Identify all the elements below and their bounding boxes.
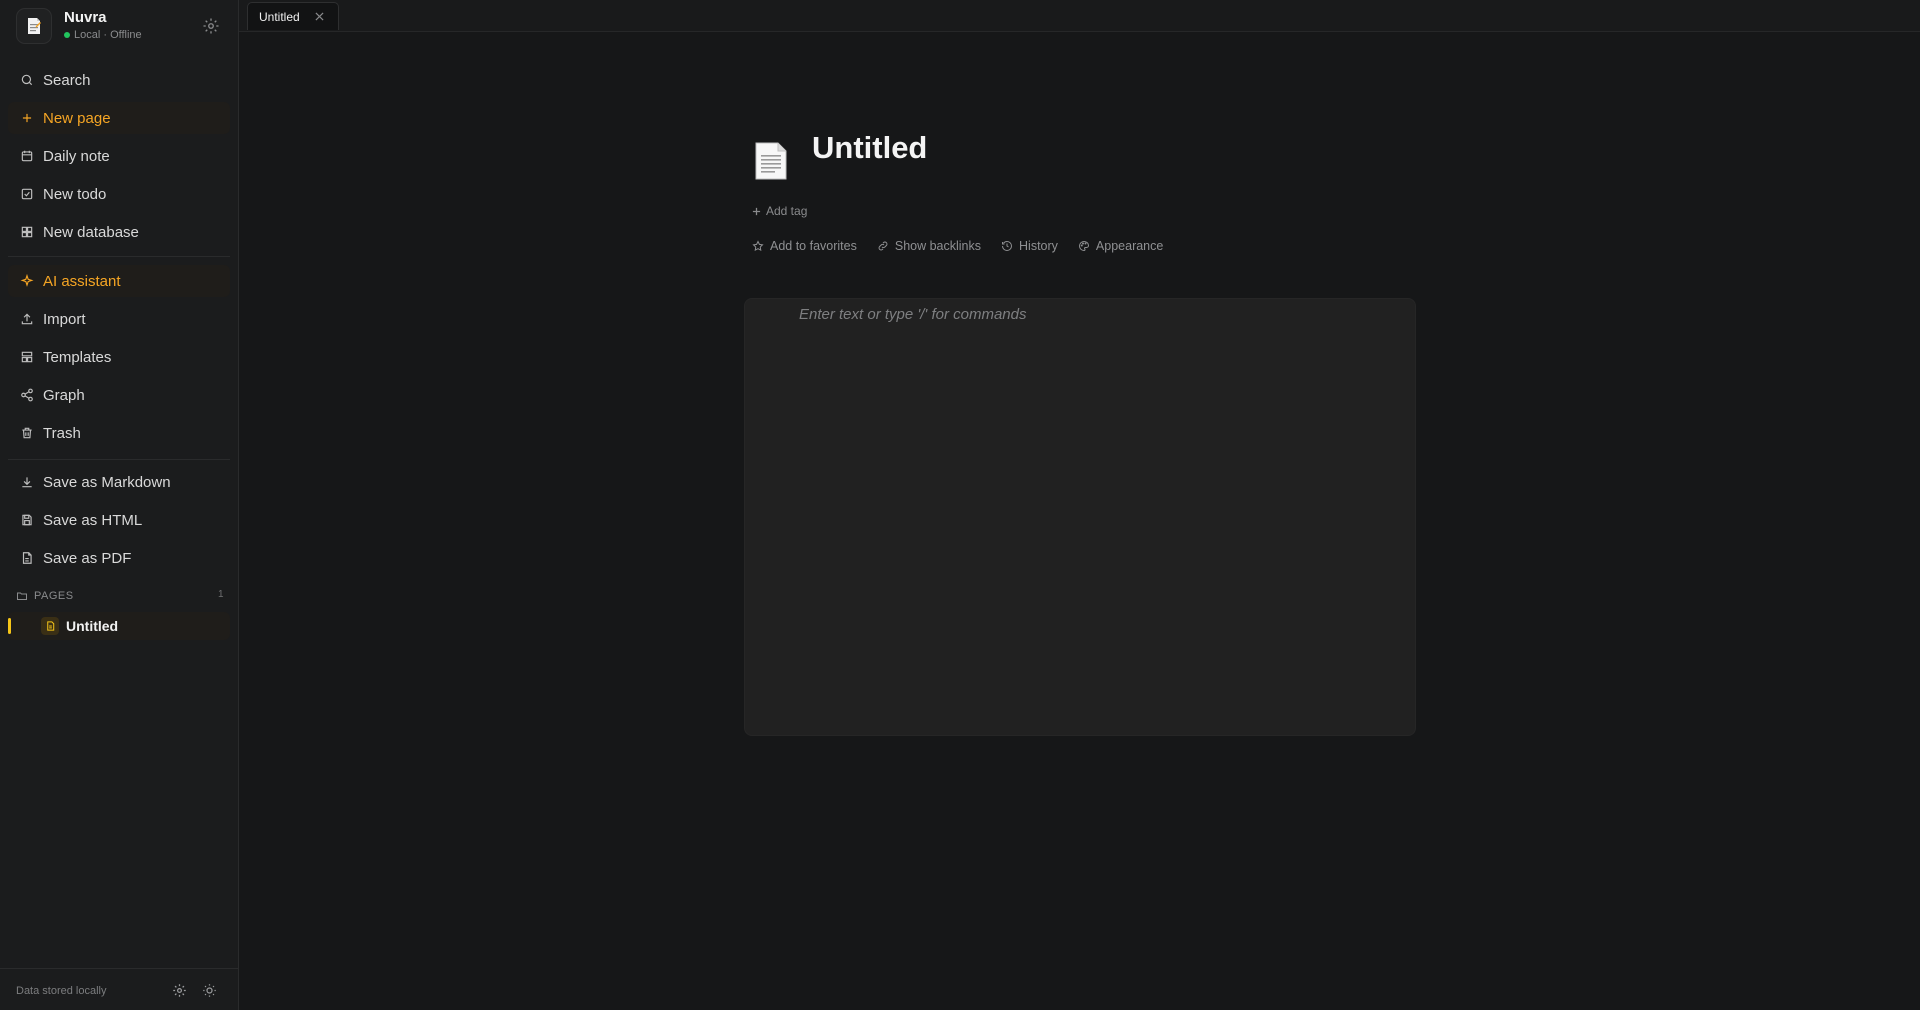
app-logo <box>16 8 52 44</box>
star-icon <box>752 240 764 252</box>
nav-label: Save as Markdown <box>43 473 171 491</box>
trash-button[interactable]: Trash <box>8 417 230 449</box>
history-button[interactable]: History <box>1001 239 1058 253</box>
connection-status: Local · Offline <box>64 29 142 41</box>
tab-label: Untitled <box>259 9 300 24</box>
add-tag-button[interactable]: Add tag <box>752 204 807 218</box>
plus-icon <box>22 113 32 123</box>
palette-icon <box>1078 240 1089 252</box>
settings-icon[interactable] <box>172 983 187 998</box>
page-item-untitled[interactable]: Untitled <box>8 612 230 640</box>
page-title[interactable]: Untitled <box>812 130 927 166</box>
divider <box>8 256 230 257</box>
action-label: Add to favorites <box>770 239 857 253</box>
ai-assistant-button[interactable]: AI assistant <box>8 265 230 297</box>
close-icon[interactable] <box>315 12 324 21</box>
new-page-button[interactable]: New page <box>8 102 230 134</box>
save-markdown-button[interactable]: Save as Markdown <box>8 466 230 498</box>
settings-gear-icon[interactable] <box>202 17 220 35</box>
nav-label: AI assistant <box>43 272 121 290</box>
nav-label: Import <box>43 310 86 328</box>
history-icon <box>1002 240 1013 251</box>
nav-label: New page <box>43 109 111 127</box>
search-button[interactable]: Search <box>8 64 230 96</box>
page-icon <box>41 617 59 635</box>
add-tag-label: Add tag <box>766 204 808 218</box>
action-label: Appearance <box>1095 239 1164 253</box>
template-icon <box>21 351 33 363</box>
editor-content-area[interactable]: Enter text or type '/' for commands <box>744 298 1416 736</box>
new-todo-button[interactable]: New todo <box>8 178 230 210</box>
nav-label: New database <box>43 223 139 241</box>
sparkle-icon <box>20 274 34 287</box>
theme-toggle-sun-icon[interactable] <box>202 983 217 998</box>
sidebar-footer: Data stored locally <box>0 968 239 1010</box>
file-icon <box>22 552 32 564</box>
tab-untitled[interactable]: Untitled <box>247 2 339 30</box>
page-emoji-icon[interactable] <box>754 141 788 181</box>
checkbox-icon <box>21 188 33 200</box>
nav-label: Graph <box>43 386 85 404</box>
add-to-favorites-button[interactable]: Add to favorites <box>752 239 857 253</box>
trash-icon <box>22 427 32 439</box>
pages-section-header: PAGES 1 <box>16 588 224 604</box>
save-pdf-button[interactable]: Save as PDF <box>8 542 230 574</box>
notepad-icon <box>28 18 41 34</box>
action-label: History <box>1019 239 1058 253</box>
nav-label: Templates <box>43 348 112 366</box>
grid-icon <box>21 226 33 238</box>
pages-section-title: PAGES <box>34 590 74 602</box>
sidebar: Nuvra Local · Offline Search New page Da… <box>0 0 239 1010</box>
folder-icon <box>17 592 27 600</box>
calendar-icon <box>21 150 33 162</box>
editor-placeholder: Enter text or type '/' for commands <box>799 306 1027 323</box>
status-text: Local · Offline <box>74 29 142 41</box>
plus-icon <box>752 207 761 215</box>
nav-label: Search <box>43 71 91 89</box>
action-label: Show backlinks <box>894 239 982 253</box>
nav-label: Save as HTML <box>43 511 143 529</box>
templates-button[interactable]: Templates <box>8 341 230 373</box>
show-backlinks-button[interactable]: Show backlinks <box>877 239 981 253</box>
link-icon <box>878 241 888 251</box>
document-icon <box>46 621 54 631</box>
page-actions: Add to favorites Show backlinks History … <box>752 237 1163 255</box>
appearance-button[interactable]: Appearance <box>1078 239 1163 253</box>
nav-label: Trash <box>43 424 81 442</box>
divider <box>8 459 230 460</box>
upload-icon <box>21 313 33 325</box>
page-label: Untitled <box>66 618 119 634</box>
nav-label: Save as PDF <box>43 549 132 567</box>
storage-status-text: Data stored locally <box>16 985 107 997</box>
daily-note-button[interactable]: Daily note <box>8 140 230 172</box>
new-database-button[interactable]: New database <box>8 216 230 248</box>
app-name: Nuvra <box>64 9 107 26</box>
graph-button[interactable]: Graph <box>8 379 230 411</box>
save-icon <box>22 514 32 526</box>
nav-label: New todo <box>43 185 107 203</box>
workspace-header: Nuvra Local · Offline <box>16 8 223 44</box>
import-button[interactable]: Import <box>8 303 230 335</box>
share-icon <box>21 388 33 402</box>
nav-label: Daily note <box>43 147 110 165</box>
save-html-button[interactable]: Save as HTML <box>8 504 230 536</box>
search-icon <box>21 74 33 86</box>
active-page-indicator <box>8 618 11 634</box>
tab-bar: Untitled <box>239 0 1920 32</box>
status-dot-icon <box>64 32 70 38</box>
download-icon <box>22 477 32 488</box>
pages-count: 1 <box>217 589 224 600</box>
